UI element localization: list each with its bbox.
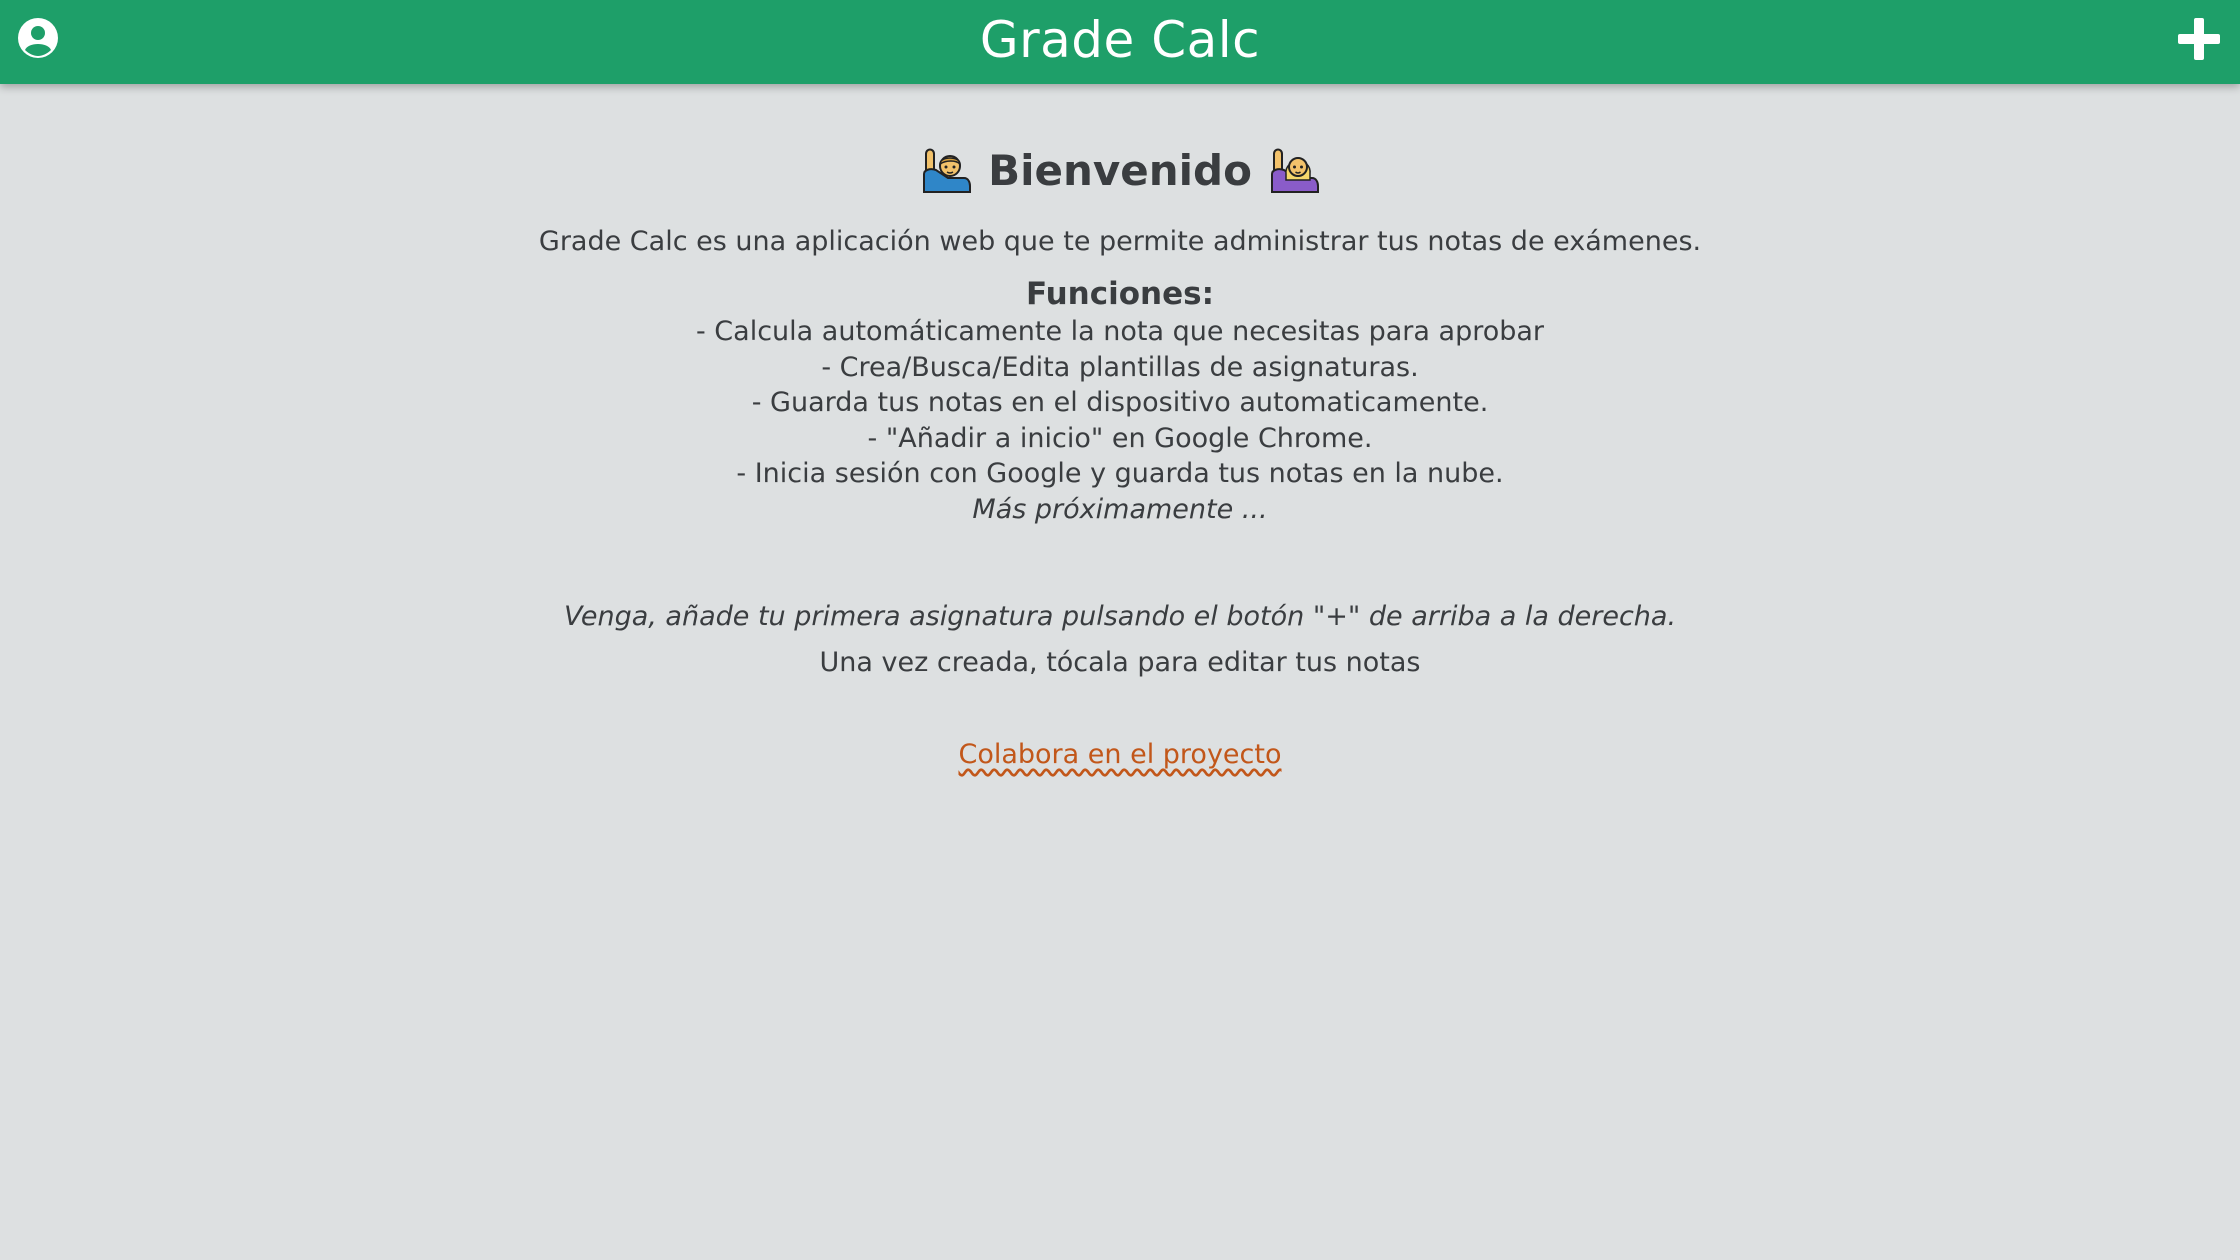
features-list: - Calcula automáticamente la nota que ne…: [0, 314, 2240, 492]
welcome-heading: Bienvenido: [0, 140, 2240, 200]
intro-text: Grade Calc es una aplicación web que te …: [538, 226, 1702, 257]
account-circle-icon[interactable]: [16, 16, 60, 60]
app-header: Grade Calc: [0, 0, 2240, 84]
welcome-title: Bienvenido: [988, 145, 1252, 195]
main-content: Bienvenido Grade Calc es una aplicación …: [0, 84, 2240, 773]
app-title: Grade Calc: [979, 11, 1261, 69]
list-item: - Calcula automáticamente la nota que ne…: [695, 316, 1545, 347]
collaborate-link[interactable]: Colabora en el proyecto: [958, 739, 1281, 770]
plus-icon[interactable]: [2176, 16, 2222, 62]
features-title: Funciones:: [1025, 276, 1214, 312]
cta-subtext: Una vez creada, tócala para editar tus n…: [819, 646, 1421, 678]
list-item: - Guarda tus notas en el dispositivo aut…: [751, 387, 1489, 418]
more-coming-text: Más próximamente ...: [972, 493, 1268, 525]
collaborate-section: Colabora en el proyecto: [0, 737, 2240, 773]
list-item: - Crea/Busca/Edita plantillas de asignat…: [821, 351, 1419, 383]
cta-text: Venga, añade tu primera asignatura pulsa…: [563, 600, 1677, 632]
man-raising-hand-icon: [923, 148, 972, 193]
list-item: - "Añadir a inicio" en Google Chrome.: [867, 422, 1373, 454]
woman-raising-hand-icon: [1270, 148, 1319, 193]
list-item: - Inicia sesión con Google y guarda tus …: [736, 458, 1504, 489]
